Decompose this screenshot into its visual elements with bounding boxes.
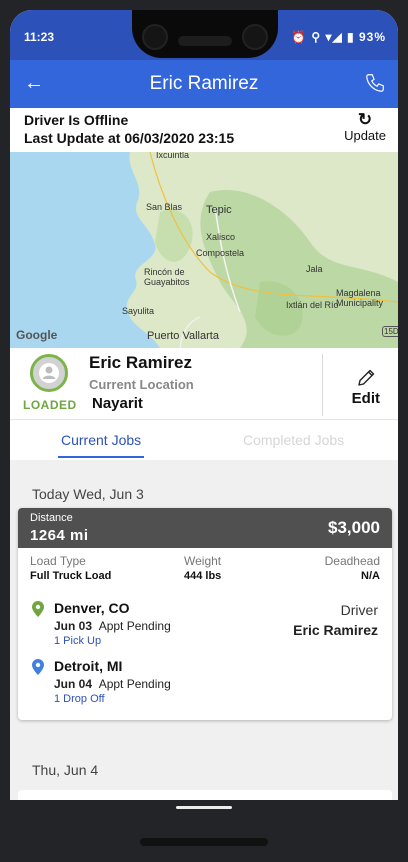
phone-icon[interactable] (364, 72, 386, 94)
dropoff-appt-status: Appt Pending (98, 677, 171, 691)
app-bar: ← Eric Ramirez (10, 60, 398, 108)
highway-shield: 15D (382, 326, 398, 337)
pencil-icon (358, 369, 375, 386)
distance-value: 1264 mi (30, 527, 89, 544)
job-card[interactable]: Distance 1264 mi $3,000 Load Type Full T… (18, 508, 392, 720)
deadhead-value: N/A (361, 570, 380, 582)
update-button[interactable]: ↻ Update (344, 110, 386, 143)
weight-value: 444 lbs (184, 570, 222, 582)
distance-label: Distance (30, 512, 73, 524)
phone-screen: 11:23 ⏰ ⚲ ▾◢ ▮ 93% ← Eric Ramirez Driver… (10, 10, 398, 800)
camera-icon (142, 24, 168, 50)
tab-current-jobs[interactable]: Current Jobs (58, 432, 145, 458)
current-location-value: Nayarit (92, 395, 143, 412)
driver-status-row: Driver Is Offline Last Update at 06/03/2… (10, 108, 398, 152)
driver-offline-text: Driver Is Offline (24, 112, 129, 128)
update-label: Update (344, 128, 386, 143)
dropoff-city: Detroit, MI (54, 658, 123, 674)
avatar (30, 354, 68, 392)
map-place: Ixcuintla (156, 152, 190, 160)
tab-current-jobs-label: Current Jobs (61, 432, 142, 448)
dropoff-date-line: Jun 04 Appt Pending (54, 677, 171, 691)
pickup-count-link[interactable]: 1 Pick Up (54, 635, 101, 647)
camera-notch (132, 10, 278, 58)
edit-label: Edit (351, 390, 380, 407)
job-price: $3,000 (328, 518, 380, 537)
jobs-tabs: Current Jobs Completed Jobs (10, 420, 398, 460)
map-view[interactable]: Ixcuintla San Blas Tepic Xalisco Compost… (10, 152, 398, 348)
sensor-icon (242, 24, 268, 50)
status-indicators: ⏰ ⚲ ▾◢ ▮ 93% (291, 30, 386, 44)
map-place: Tepic (206, 204, 232, 216)
day-header: Today Wed, Jun 3 (32, 486, 144, 502)
map-place: Xalisco (206, 232, 236, 242)
last-update-text: Last Update at 06/03/2020 23:15 (24, 130, 235, 146)
load-type-value: Full Truck Load (30, 570, 112, 582)
next-job-card[interactable] (18, 790, 392, 800)
status-bar: 11:23 ⏰ ⚲ ▾◢ ▮ 93% (10, 10, 398, 60)
map-place: Magdalena Municipality (336, 288, 384, 308)
home-gesture-bar[interactable] (176, 806, 232, 809)
pickup-date: Jun 03 (54, 619, 93, 633)
refresh-icon: ↻ (357, 110, 373, 129)
dropoff-date: Jun 04 (54, 677, 93, 691)
driver-label: Driver (340, 602, 378, 618)
map-place: Jala (306, 264, 323, 274)
load-type-label: Load Type (30, 554, 86, 568)
pickup-appt-status: Appt Pending (98, 619, 171, 633)
tab-completed-jobs[interactable]: Completed Jobs (243, 432, 344, 448)
phone-bottom-speaker (140, 838, 268, 846)
driver-info-panel: LOADED Eric Ramirez Current Location Nay… (10, 348, 398, 420)
loaded-status-badge: LOADED (23, 398, 77, 412)
current-location-label: Current Location (89, 377, 194, 392)
active-tab-indicator (58, 456, 145, 458)
map-place: Compostela (196, 248, 245, 258)
job-card-header: Distance 1264 mi $3,000 (18, 508, 392, 548)
map-place: Ixtlán del Río (286, 300, 339, 310)
speaker-grille (178, 36, 232, 46)
day-header: Thu, Jun 4 (32, 762, 99, 778)
pickup-city: Denver, CO (54, 600, 130, 616)
deadhead-label: Deadhead (324, 554, 380, 568)
weight-label: Weight (184, 554, 222, 568)
dropoff-count-link[interactable]: 1 Drop Off (54, 693, 105, 705)
map-place: Sayulita (122, 306, 155, 316)
green-location-pin-icon (32, 601, 44, 617)
user-icon (39, 363, 59, 383)
map-place: San Blas (146, 202, 183, 212)
edit-button[interactable]: Edit (352, 368, 380, 407)
status-time: 11:23 (24, 30, 55, 44)
page-title: Eric Ramirez (149, 73, 259, 94)
assigned-driver-name: Eric Ramirez (293, 622, 378, 638)
system-nav-bar (0, 800, 408, 862)
driver-name: Eric Ramirez (89, 353, 192, 372)
map-place: Rincón de Guayabitos (144, 267, 190, 287)
pickup-date-line: Jun 03 Appt Pending (54, 619, 171, 633)
divider (322, 354, 323, 416)
blue-location-pin-icon (32, 659, 44, 675)
google-logo: Google (16, 328, 58, 342)
map-place: Puerto Vallarta (147, 330, 219, 342)
jobs-list[interactable]: Today Wed, Jun 3 Distance 1264 mi $3,000… (10, 460, 398, 800)
